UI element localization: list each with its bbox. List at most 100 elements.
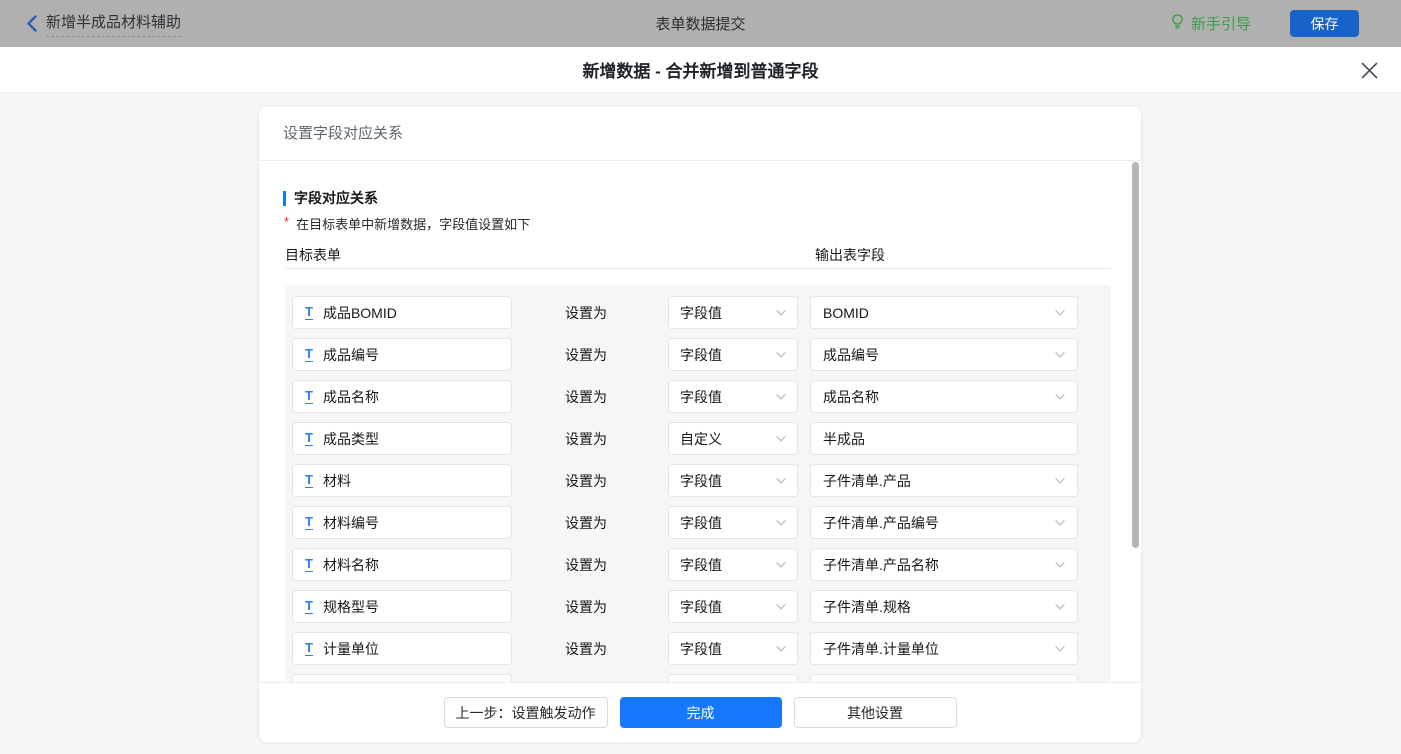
chevron-down-icon — [1055, 645, 1065, 652]
value-mode-label: 字段值 — [680, 640, 722, 657]
output-field-label: BOMID — [823, 304, 869, 321]
text-field-icon: T — [305, 514, 313, 530]
field-mapping-row: T 成品BOMID 设置为 字段值 BOMID — [285, 296, 1111, 329]
target-field-label: 成品编号 — [322, 346, 379, 363]
value-mode-select[interactable]: 字段值 — [668, 380, 798, 413]
instruction-note: * 在目标表单中新增数据，字段值设置如下 — [284, 214, 531, 232]
required-marker: * — [284, 214, 290, 229]
output-value-input[interactable] — [810, 674, 1078, 682]
chevron-down-icon — [776, 645, 786, 652]
value-mode-select[interactable]: 字段值 — [668, 590, 798, 623]
section-accent-bar — [283, 190, 286, 206]
output-value-input[interactable]: 半成品 — [810, 422, 1078, 455]
scrollbar-thumb[interactable] — [1132, 162, 1139, 548]
chevron-down-icon — [776, 351, 786, 358]
value-mode-select[interactable]: 字段值 — [668, 338, 798, 371]
text-field-icon: T — [305, 430, 313, 446]
value-mode-label: 字段值 — [680, 556, 722, 573]
target-field-label: 成品名称 — [322, 388, 379, 405]
target-field-input[interactable]: T 材料 — [292, 464, 512, 497]
close-icon[interactable] — [1359, 60, 1379, 80]
value-mode-select[interactable]: 字段值 — [668, 464, 798, 497]
set-as-label: 设置为 — [565, 472, 607, 489]
field-mapping-row: T 成品类型 设置为 自定义 半成品 — [285, 422, 1111, 455]
output-field-select[interactable]: BOMID — [810, 296, 1078, 329]
output-field-select[interactable]: 子件清单.计量单位 — [810, 632, 1078, 665]
output-field-label: 半成品 — [823, 430, 865, 447]
field-mapping-row: T 材料名称 设置为 字段值 子件清单.产品名称 — [285, 548, 1111, 581]
value-mode-label: 字段值 — [680, 598, 722, 615]
field-mapping-row: T 成品编号 设置为 字段值 成品编号 — [285, 338, 1111, 371]
finish-button[interactable]: 完成 — [619, 697, 782, 728]
text-field-icon: T — [305, 556, 313, 572]
target-field-input[interactable] — [292, 674, 512, 682]
target-field-input[interactable]: T 成品编号 — [292, 338, 512, 371]
field-mapping-row: T 规格型号 设置为 字段值 子件清单.规格 — [285, 590, 1111, 623]
chevron-down-icon — [776, 435, 786, 442]
previous-step-button[interactable]: 上一步：设置触发动作 — [443, 697, 608, 728]
text-field-icon: T — [305, 388, 313, 404]
output-field-select[interactable]: 子件清单.产品 — [810, 464, 1078, 497]
save-button[interactable]: 保存 — [1290, 10, 1359, 37]
text-field-icon: T — [305, 640, 313, 656]
text-field-icon: T — [305, 346, 313, 362]
chevron-down-icon — [776, 561, 786, 568]
chevron-down-icon — [1055, 309, 1065, 316]
value-mode-label: 字段值 — [680, 472, 722, 489]
output-field-select[interactable]: 子件清单.规格 — [810, 590, 1078, 623]
set-as-label: 设置为 — [565, 598, 607, 615]
novice-guide-button[interactable]: 新手引导 — [1170, 0, 1251, 47]
value-mode-select[interactable]: 字段值 — [668, 506, 798, 539]
value-mode-select[interactable]: 字段值 — [668, 548, 798, 581]
modal-titlebar: 新增数据 - 合并新增到普通字段 — [0, 47, 1401, 93]
chevron-down-icon — [1055, 351, 1065, 358]
modal-title: 新增数据 - 合并新增到普通字段 — [582, 62, 819, 81]
target-field-label: 成品BOMID — [322, 304, 397, 321]
chevron-down-icon — [1055, 477, 1065, 484]
chevron-down-icon — [776, 603, 786, 610]
target-field-input[interactable]: T 成品类型 — [292, 422, 512, 455]
output-field-select[interactable]: 子件清单.产品名称 — [810, 548, 1078, 581]
target-field-input[interactable]: T 计量单位 — [292, 632, 512, 665]
field-mapping-rows-panel: T 成品BOMID 设置为 字段值 BOMID T 成品编号 设置为 字段值 成品编号 T 成品名称设… — [285, 285, 1111, 682]
target-field-label: 成品类型 — [322, 430, 379, 447]
set-as-label: 设置为 — [565, 514, 607, 531]
target-field-input[interactable]: T 成品名称 — [292, 380, 512, 413]
output-field-select[interactable]: 子件清单.产品编号 — [810, 506, 1078, 539]
field-mapping-row: T 材料 设置为 字段值 子件清单.产品 — [285, 464, 1111, 497]
other-settings-button[interactable]: 其他设置 — [793, 697, 957, 728]
set-as-label: 设置为 — [565, 430, 607, 447]
value-mode-label: 字段值 — [680, 388, 722, 405]
field-mapping-row: T 成品名称 设置为 字段值 成品名称 — [285, 380, 1111, 413]
value-mode-select[interactable]: 自定义 — [668, 422, 798, 455]
target-field-label: 材料 — [322, 472, 351, 489]
output-field-label: 子件清单.产品名称 — [823, 556, 939, 573]
output-field-select[interactable]: 成品名称 — [810, 380, 1078, 413]
target-field-input[interactable]: T 材料编号 — [292, 506, 512, 539]
field-mapping-row: T 材料编号 设置为 字段值 子件清单.产品编号 — [285, 506, 1111, 539]
value-mode-select[interactable]: 字段值 — [668, 632, 798, 665]
top-app-bar: 新增半成品材料辅助 表单数据提交 新手引导 保存 — [0, 0, 1401, 47]
target-field-label: 材料名称 — [322, 556, 379, 573]
column-header-target-form: 目标表单 — [285, 247, 341, 263]
value-mode-label: 字段值 — [680, 304, 722, 321]
value-mode-label: 字段值 — [680, 346, 722, 363]
target-field-input[interactable]: T 规格型号 — [292, 590, 512, 623]
target-field-label: 规格型号 — [322, 598, 379, 615]
target-field-label: 计量单位 — [322, 640, 379, 657]
set-as-label: 设置为 — [565, 388, 607, 405]
value-mode-label: 字段值 — [680, 514, 722, 531]
value-mode-label: 自定义 — [680, 430, 722, 447]
target-field-input[interactable]: T 成品BOMID — [292, 296, 512, 329]
column-header-output-field: 输出表字段 — [815, 247, 885, 263]
target-field-input[interactable]: T 材料名称 — [292, 548, 512, 581]
field-mapping-row: T 计量单位 设置为 字段值 子件清单.计量单位 — [285, 632, 1111, 665]
value-mode-select[interactable]: 字段值 — [668, 296, 798, 329]
text-field-icon: T — [305, 598, 313, 614]
chevron-down-icon — [776, 309, 786, 316]
chevron-down-icon — [776, 393, 786, 400]
value-mode-select[interactable] — [668, 674, 798, 682]
output-field-select[interactable]: 成品编号 — [810, 338, 1078, 371]
footer-actions: 上一步：设置触发动作 完成 其他设置 — [259, 697, 1141, 728]
set-as-label: 设置为 — [565, 346, 607, 363]
